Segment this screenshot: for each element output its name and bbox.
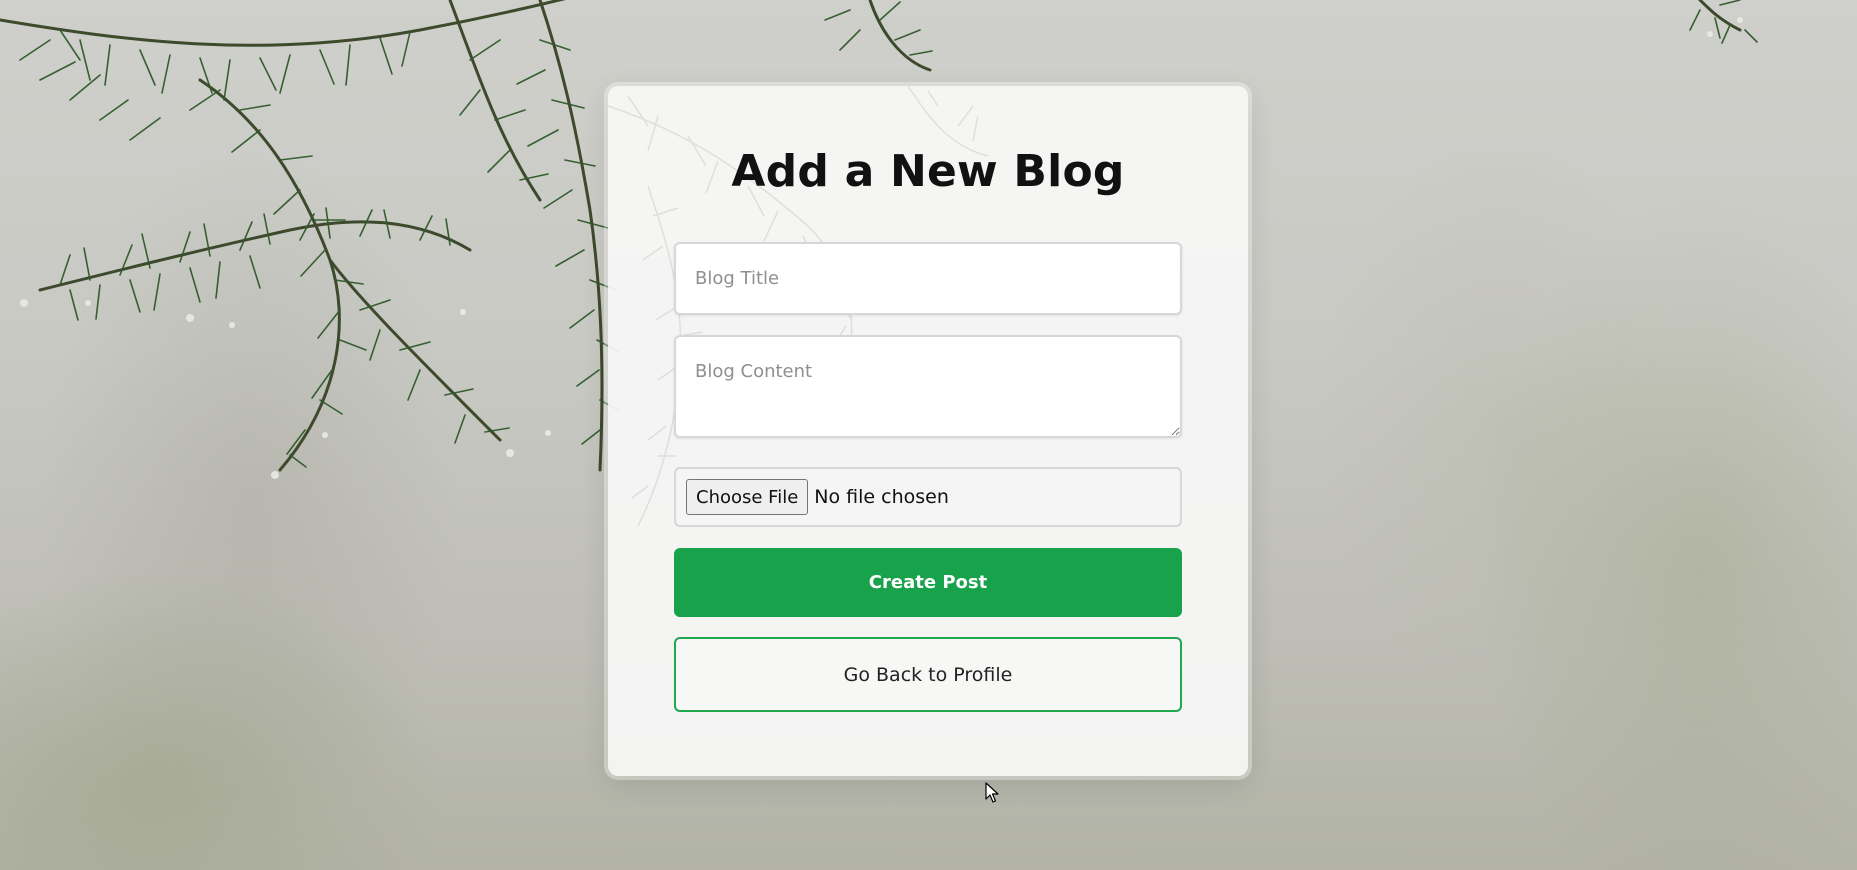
choose-file-button[interactable]: Choose File [686,479,809,515]
new-blog-card: Add a New Blog Choose File No file chose… [608,86,1248,776]
blog-title-input[interactable] [674,242,1182,315]
create-post-button[interactable]: Create Post [674,548,1182,617]
file-status-text: No file chosen [814,486,949,508]
blog-content-textarea[interactable] [674,335,1182,438]
mouse-pointer-icon [985,782,999,803]
page-title: Add a New Blog [731,146,1125,197]
file-upload-field[interactable]: Choose File No file chosen [674,467,1182,527]
go-back-to-profile-button[interactable]: Go Back to Profile [674,637,1182,712]
